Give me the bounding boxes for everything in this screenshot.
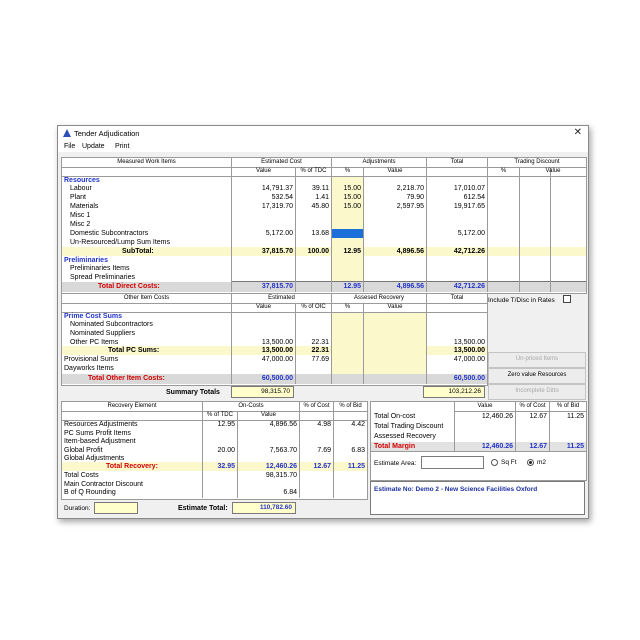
- subcol-adj-value: Value: [387, 168, 403, 174]
- col-adjustments: Adjustments: [362, 159, 396, 165]
- include-tdisc-checkbox[interactable]: [563, 295, 571, 303]
- col-other-total: Total: [450, 295, 464, 301]
- menu-print[interactable]: Print: [115, 143, 129, 150]
- subcol-td-value: Value: [545, 168, 561, 174]
- window-title: Tender Adjudication: [74, 129, 140, 138]
- subcol-other-value: Value: [256, 304, 271, 310]
- other-item-costs-panel: Other Item Costs Estimated Assesed Recov…: [61, 293, 488, 386]
- estimate-total-value: 110,782.60: [232, 502, 296, 514]
- recovery-panel: Recovery Element On-Costs % of Cost % of…: [61, 401, 368, 500]
- margin-col-pct-bid: % of Bid: [556, 403, 580, 409]
- subcol-assessed-pct: %: [344, 304, 351, 310]
- sqft-radio[interactable]: [491, 459, 498, 466]
- sqft-label: Sq Ft: [501, 459, 517, 466]
- margin-panel: Value % of Cost % of Bid Total On-cost 1…: [370, 401, 587, 481]
- col-estimated-cost: Estimated Cost: [261, 159, 302, 165]
- subcol-pct-oic: % of OIC: [301, 304, 326, 310]
- summary-total-estimated: 98,315.70: [231, 386, 294, 398]
- margin-row-assessed-recovery: Assessed Recovery: [374, 433, 436, 440]
- duration-label: Duration:: [64, 505, 91, 512]
- subcol-assessed-value: Value: [387, 304, 403, 310]
- subcol-adj-pct: %: [344, 168, 351, 174]
- col-other-estimated: Estimated: [268, 295, 295, 301]
- subcol-rec-value: Value: [261, 412, 276, 418]
- subcol-td-pct: %: [500, 168, 507, 174]
- include-tdisc-label: Include T/Disc in Rates: [488, 297, 555, 304]
- m2-radio[interactable]: [527, 459, 534, 466]
- prelim-row-items[interactable]: Preliminaries Items: [70, 264, 130, 273]
- estimate-info-text: Estimate No: Demo 2 - New Science Facili…: [374, 486, 538, 493]
- other-row-nominated-subcontractors[interactable]: Nominated Subcontractors: [70, 320, 153, 329]
- subcol-rec-pct-tdc: % of TDC: [207, 412, 233, 418]
- unpriced-items-button[interactable]: Un-priced Items: [488, 352, 586, 368]
- selected-adj-cell[interactable]: [332, 229, 363, 238]
- other-row-nominated-suppliers[interactable]: Nominated Suppliers: [70, 329, 135, 338]
- resource-row-unresourced[interactable]: Un-Resourced/Lump Sum Items: [70, 238, 170, 247]
- incomplete-ditto-button[interactable]: Incomplete Ditto: [488, 384, 586, 400]
- margin-col-value: Value: [477, 403, 493, 409]
- zero-value-resources-button[interactable]: Zero value Resources: [488, 368, 586, 384]
- summary-totals-label: Summary Totals: [166, 389, 220, 396]
- resource-row-misc1[interactable]: Misc 1: [70, 211, 90, 220]
- m2-label: m2: [537, 459, 547, 466]
- prelim-row-spread[interactable]: Spread Preliminaries: [70, 273, 135, 282]
- col-total: Total: [450, 159, 464, 165]
- col-assessed-recovery: Assesed Recovery: [353, 295, 405, 301]
- col-on-costs: On-Costs: [238, 403, 264, 409]
- summary-total-overall: 103,212.26: [423, 386, 485, 398]
- duration-input[interactable]: [94, 502, 138, 514]
- margin-col-pct-cost: % of Cost: [519, 403, 546, 409]
- col-recovery-element: Recovery Element: [107, 403, 157, 409]
- close-icon[interactable]: ✕: [574, 127, 582, 138]
- col-rec-pct-cost: % of Cost: [303, 403, 330, 409]
- menu-bar: File Update Print: [58, 141, 588, 152]
- app-icon: [63, 129, 71, 137]
- dayworks-row[interactable]: Dayworks Items: [64, 364, 114, 373]
- menu-update[interactable]: Update: [82, 143, 105, 150]
- menu-file[interactable]: File: [64, 143, 75, 150]
- col-trading-discount: Trading Discount: [514, 159, 560, 165]
- measured-work-panel: Measured Work Items Estimated Cost Adjus…: [61, 157, 587, 294]
- recovery-row-item-based[interactable]: Item-based Adjustment: [64, 437, 136, 446]
- subcol-value: Value: [256, 168, 271, 174]
- tender-adjudication-window: Tender Adjudication ✕ File Update Print …: [57, 125, 589, 519]
- estimate-area-input[interactable]: [421, 456, 484, 469]
- col-rec-pct-bid: % of Bid: [339, 403, 362, 409]
- subcol-pct-tdc: % of TDC: [300, 168, 327, 174]
- col-measured-work: Measured Work Items: [117, 159, 176, 165]
- col-other-item-costs: Other Item Costs: [123, 295, 170, 301]
- estimate-total-label: Estimate Total:: [178, 505, 228, 512]
- estimate-info-box: Estimate No: Demo 2 - New Science Facili…: [370, 481, 585, 515]
- margin-row-trading-discount: Total Trading Discount: [374, 423, 444, 430]
- resource-row-misc2[interactable]: Misc 2: [70, 220, 90, 229]
- title-bar: Tender Adjudication ✕: [58, 126, 588, 142]
- estimate-area-label: Estimate Area:: [374, 460, 417, 467]
